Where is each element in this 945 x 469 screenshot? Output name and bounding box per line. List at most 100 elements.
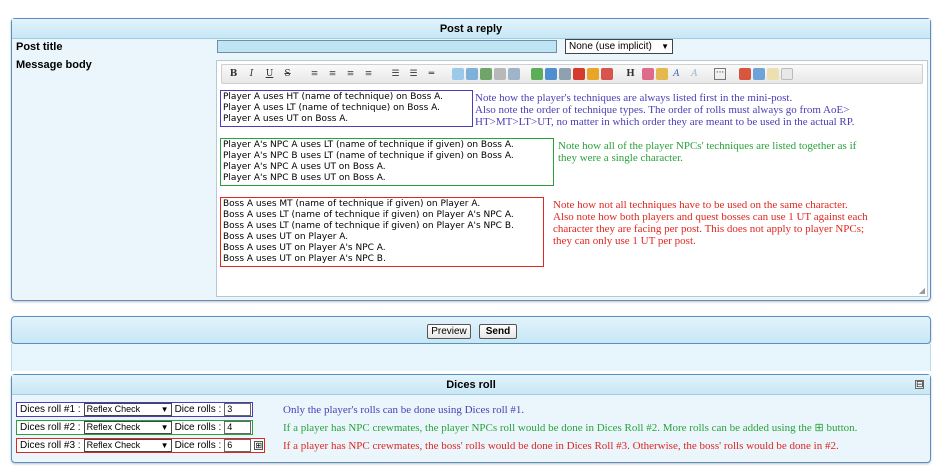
note-line: HT>MT>LT>UT, no matter in which order th… (475, 116, 855, 128)
implicit-select[interactable]: None (use implicit) ▼ (565, 39, 673, 54)
dice-note-2: If a player has NPC crewmates, the playe… (283, 422, 858, 434)
table-icon[interactable] (531, 68, 543, 80)
italic-button[interactable]: I (244, 67, 259, 81)
submit-panel: Preview Send (11, 316, 931, 344)
font-size-icon[interactable] (642, 68, 654, 80)
editor-toolbar: B I U S ≡ ≡ ≡ ≡ ☰ ☰ ═ H A A ··· (221, 64, 923, 84)
image-icon[interactable] (466, 68, 478, 80)
copy-icon[interactable] (767, 68, 779, 80)
more-icon[interactable]: ··· (714, 68, 726, 80)
code-line: Player A's NPC B uses UT on Boss A. (223, 173, 386, 183)
link-icon[interactable] (480, 68, 492, 80)
bold-button[interactable]: B (226, 67, 241, 81)
spoiler-icon[interactable] (508, 68, 520, 80)
note-player: Note how the player's techniques are alw… (475, 92, 854, 128)
collapse-icon[interactable]: ⊟ (915, 380, 924, 389)
dice-roll-label: Dices roll #3 : (20, 440, 81, 451)
implicit-select-value: None (use implicit) (569, 41, 652, 52)
check-select-value: Reflex Check (86, 440, 141, 450)
dropdown-arrow-icon: ▼ (160, 405, 169, 414)
code-line: Player A uses HT (name of technique) on … (223, 92, 444, 102)
preview-icon[interactable] (739, 68, 751, 80)
dice-note-1: Only the player's rolls can be done usin… (283, 404, 525, 416)
dice-roll-label: Dices roll #1 : (20, 404, 81, 415)
check-select-value: Reflex Check (86, 422, 141, 432)
note-boss: Note how not all techniques have to be u… (553, 199, 868, 247)
dice-rolls-label: Dice rolls : (174, 422, 222, 433)
code-line: Player A's NPC A uses UT on Boss A. (223, 162, 386, 172)
post-title-label: Post title (16, 41, 63, 53)
paste-icon[interactable] (781, 68, 793, 80)
dice-header: Dices roll (12, 375, 930, 395)
note-line: Also note how both players and quest bos… (553, 211, 868, 223)
code-line: Boss A uses UT on Player A's NPC B. (223, 254, 386, 264)
horizontal-rule-icon[interactable]: ═ (424, 67, 439, 81)
send-button[interactable]: Send (479, 324, 517, 339)
code-block-boss: Boss A uses MT (name of technique if giv… (220, 197, 544, 267)
code-block-npc: Player A's NPC A uses LT (name of techni… (220, 138, 554, 186)
note-line: character they are facing per post. This… (553, 223, 865, 235)
dice-rolls-input[interactable]: 6 (224, 439, 252, 452)
note-line: Note how not all techniques have to be u… (553, 199, 848, 211)
code-line: Boss A uses LT (name of technique if giv… (223, 210, 514, 220)
dices-roll-panel: Dices roll ⊟ Dices roll #1 : Reflex Chec… (11, 374, 931, 463)
check-select[interactable]: Reflex Check ▼ (83, 403, 172, 416)
link-chain-icon[interactable] (559, 68, 571, 80)
post-title-input[interactable] (217, 40, 557, 53)
dice-note-3: If a player has NPC crewmates, the boss'… (283, 440, 839, 452)
check-select-value: Reflex Check (86, 404, 141, 414)
note-line: Also note the order of technique types. … (475, 104, 850, 116)
dice-rolls-label: Dice rolls : (174, 404, 222, 415)
quote-icon[interactable] (452, 68, 464, 80)
panel-header: Post a reply (12, 19, 930, 39)
note-line: Note how all of the player NPCs' techniq… (558, 140, 857, 152)
dropdown-arrow-icon: ▼ (661, 42, 669, 51)
dropdown-arrow-icon: ▼ (160, 423, 169, 432)
note-line: Note how the player's techniques are alw… (475, 92, 793, 104)
note-npc: Note how all of the player NPCs' techniq… (558, 140, 856, 164)
unordered-list-icon[interactable]: ☰ (388, 67, 403, 81)
code-line: Player A's NPC B uses LT (name of techni… (223, 151, 514, 161)
ordered-list-icon[interactable]: ☰ (406, 67, 421, 81)
dice-rolls-input[interactable]: 3 (224, 403, 252, 416)
code-line: Player A uses UT on Boss A. (223, 114, 349, 124)
clear-format-icon[interactable]: A (687, 67, 702, 81)
dice-roll-row-2: Dices roll #2 : Reflex Check ▼ Dice rolls… (16, 420, 254, 435)
dropdown-arrow-icon: ▼ (160, 441, 169, 450)
heading-icon[interactable]: H (623, 67, 638, 81)
dice-rolls-input[interactable]: 4 (224, 421, 252, 434)
justify-icon[interactable]: ≡ (361, 67, 376, 81)
check-select[interactable]: Reflex Check ▼ (83, 421, 172, 434)
emoticon-icon[interactable] (545, 68, 557, 80)
post-reply-panel: Post a reply Post title None (use implic… (11, 18, 931, 301)
underline-button[interactable]: U (262, 67, 277, 81)
check-select[interactable]: Reflex Check ▼ (83, 439, 172, 452)
code-icon[interactable] (494, 68, 506, 80)
code-line: Boss A uses UT on Player A. (223, 232, 349, 242)
search-icon[interactable] (753, 68, 765, 80)
dice-rolls-label: Dice rolls : (174, 440, 222, 451)
spacer-strip (11, 344, 931, 371)
strike-button[interactable]: S (280, 67, 295, 81)
color-icon[interactable] (656, 68, 668, 80)
message-body-editor[interactable]: B I U S ≡ ≡ ≡ ≡ ☰ ☰ ═ H A A ··· Player A… (216, 60, 928, 297)
flash-icon[interactable] (587, 68, 599, 80)
pencil-icon[interactable] (601, 68, 613, 80)
code-line: Player A's NPC A uses LT (name of techni… (223, 140, 514, 150)
align-center-icon[interactable]: ≡ (325, 67, 340, 81)
code-line: Boss A uses LT (name of technique if giv… (223, 221, 514, 231)
code-line: Player A uses LT (name of technique) on … (223, 103, 441, 113)
code-line: Boss A uses UT on Player A's NPC A. (223, 243, 386, 253)
note-line: they were a single character. (558, 152, 683, 164)
dice-roll-row-1: Dices roll #1 : Reflex Check ▼ Dice rolls… (16, 402, 254, 417)
align-left-icon[interactable]: ≡ (307, 67, 322, 81)
note-line: they can only use 1 UT per post. (553, 235, 696, 247)
resize-handle-icon[interactable]: ◢ (919, 286, 925, 295)
add-roll-button[interactable]: ⊞ (254, 441, 264, 450)
preview-button[interactable]: Preview (427, 324, 471, 339)
code-line: Boss A uses MT (name of technique if giv… (223, 199, 481, 209)
align-right-icon[interactable]: ≡ (343, 67, 358, 81)
font-icon[interactable]: A (669, 67, 684, 81)
dice-roll-label: Dices roll #2 : (20, 422, 81, 433)
youtube-icon[interactable] (573, 68, 585, 80)
